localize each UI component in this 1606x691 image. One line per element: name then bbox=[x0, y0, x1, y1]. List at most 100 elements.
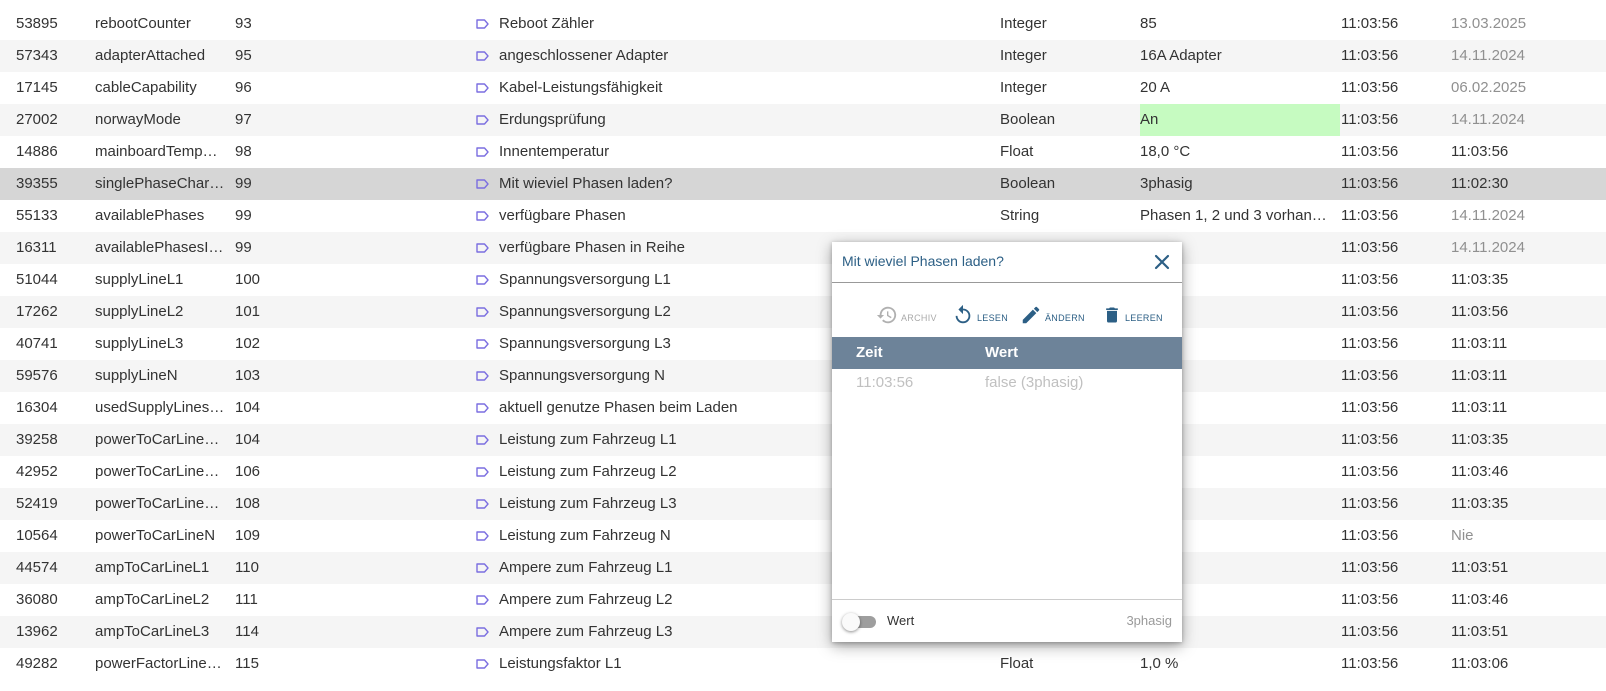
tag-icon bbox=[476, 488, 490, 520]
state-key: ampToCarLineL2 bbox=[95, 591, 210, 608]
state-id: 17262 bbox=[16, 303, 58, 320]
table-row[interactable]: 39258 powerToCarLine… 104 Leistung zum Fahr… bbox=[0, 424, 1606, 456]
state-key: availablePhases bbox=[95, 207, 205, 224]
state-id: 16304 bbox=[16, 399, 58, 416]
table-row[interactable]: 17262 supplyLineL2 101 Spannungsversorgung … bbox=[0, 296, 1606, 328]
table-row[interactable]: 16311 availablePhasesI… 99 verfügbare Phase… bbox=[0, 232, 1606, 264]
state-last-change: 11:03:51 bbox=[1451, 559, 1509, 576]
state-id: 49282 bbox=[16, 655, 58, 672]
state-id: 53895 bbox=[16, 15, 58, 32]
table-row[interactable]: 17145 cableCapability 96 Kabel-Leistungsfäh… bbox=[0, 72, 1606, 104]
column-header-wert: Wert bbox=[985, 344, 1019, 361]
state-value[interactable]: Phasen 1, 2 und 3 vorhan… bbox=[1140, 200, 1340, 232]
state-id: 10564 bbox=[16, 527, 58, 544]
state-name: Reboot Zähler bbox=[499, 15, 595, 32]
table-row[interactable]: 49282 powerFactorLine… 115 Leistungsfaktor … bbox=[0, 648, 1606, 680]
state-id: 39258 bbox=[16, 431, 58, 448]
tag-icon bbox=[476, 424, 490, 456]
table-row[interactable]: 16304 usedSupplyLines… 104 aktuell genutze … bbox=[0, 392, 1606, 424]
trash-icon bbox=[1106, 307, 1118, 323]
state-last-change: 13.03.2025 bbox=[1451, 15, 1527, 32]
table-row[interactable]: 51044 supplyLineL1 100 Spannungsversorgung … bbox=[0, 264, 1606, 296]
dialog-title: Mit wieviel Phasen laden? bbox=[842, 253, 1004, 269]
state-key: adapterAttached bbox=[95, 47, 206, 64]
tag-icon bbox=[476, 648, 490, 680]
table-row[interactable]: 13962 ampToCarLineL3 114 Ampere zum Fahrzeu… bbox=[0, 616, 1606, 648]
state-key: powerToCarLine… bbox=[95, 495, 220, 512]
state-number: 95 bbox=[235, 47, 252, 64]
state-value[interactable]: 18,0 °C bbox=[1140, 136, 1340, 168]
state-number: 108 bbox=[235, 495, 261, 512]
state-type: Integer bbox=[1000, 15, 1047, 32]
value-toggle[interactable] bbox=[842, 613, 878, 631]
table-row[interactable]: 57343 adapterAttached 95 angeschlossener Ad… bbox=[0, 40, 1606, 72]
state-name: Erdungsprüfung bbox=[499, 111, 606, 128]
state-key: powerToCarLineN bbox=[95, 527, 216, 544]
state-id: 55133 bbox=[16, 207, 58, 224]
state-number: 114 bbox=[235, 623, 259, 640]
state-id: 36080 bbox=[16, 591, 58, 608]
table-row[interactable]: 52419 powerToCarLine… 108 Leistung zum Fahr… bbox=[0, 488, 1606, 520]
archive-button[interactable]: ARCHIV bbox=[876, 294, 937, 326]
state-number: 96 bbox=[235, 79, 252, 96]
table-row[interactable]: 39355 singlePhaseChar… 99 Mit wieviel Phase… bbox=[0, 168, 1606, 200]
state-key: availablePhasesI… bbox=[95, 239, 224, 256]
clear-button[interactable]: LEEREN bbox=[1102, 294, 1163, 326]
state-number: 109 bbox=[235, 527, 261, 544]
table-row[interactable]: 42952 powerToCarLine… 106 Leistung zum Fahr… bbox=[0, 456, 1606, 488]
tag-icon bbox=[476, 232, 490, 264]
state-value[interactable]: 16A Adapter bbox=[1140, 40, 1340, 72]
dialog-toolbar: ARCHIV LESEN ÄNDERN LEEREN bbox=[832, 294, 1182, 330]
state-value[interactable]: An bbox=[1140, 104, 1340, 136]
tag-icon bbox=[476, 40, 490, 72]
state-value[interactable]: 3phasig bbox=[1140, 168, 1340, 200]
refresh-icon bbox=[955, 304, 971, 324]
state-value[interactable]: 20 A bbox=[1140, 72, 1340, 104]
state-id: 52419 bbox=[16, 495, 58, 512]
table-row[interactable]: 53895 rebootCounter 93 Reboot Zähler Integer… bbox=[0, 8, 1606, 40]
table-row[interactable]: 14886 mainboardTemp… 98 Innentemperatur Floa… bbox=[0, 136, 1606, 168]
state-name: Mit wieviel Phasen laden? bbox=[499, 175, 673, 192]
table-row[interactable]: 40741 supplyLineL3 102 Spannungsversorgung … bbox=[0, 328, 1606, 360]
read-button[interactable]: LESEN bbox=[952, 294, 1008, 326]
state-last-change: 11:03:51 bbox=[1451, 623, 1509, 640]
tag-icon bbox=[476, 264, 490, 296]
state-timestamp: 11:03:56 bbox=[1341, 335, 1399, 352]
table-row[interactable]: 44574 ampToCarLineL1 110 Ampere zum Fahrzeu… bbox=[0, 552, 1606, 584]
close-icon[interactable] bbox=[1152, 252, 1172, 272]
state-last-change: 11:03:35 bbox=[1451, 271, 1509, 288]
history-time: 11:03:56 bbox=[856, 374, 914, 391]
state-timestamp: 11:03:56 bbox=[1341, 623, 1399, 640]
state-last-change: 11:03:11 bbox=[1451, 335, 1508, 352]
toggle-label: Wert bbox=[887, 613, 915, 628]
state-type: Integer bbox=[1000, 47, 1047, 64]
state-key: usedSupplyLines… bbox=[95, 399, 225, 416]
table-row[interactable]: 10564 powerToCarLineN 109 Leistung zum Fahr… bbox=[0, 520, 1606, 552]
state-last-change: 11:03:56 bbox=[1451, 303, 1509, 320]
edit-button[interactable]: ÄNDERN bbox=[1020, 294, 1085, 326]
state-timestamp: 11:03:56 bbox=[1341, 143, 1399, 160]
tag-icon bbox=[476, 520, 490, 552]
state-timestamp: 11:03:56 bbox=[1341, 463, 1399, 480]
clear-label: LEEREN bbox=[1125, 313, 1163, 323]
state-name: angeschlossener Adapter bbox=[499, 47, 669, 64]
table-row[interactable]: 55133 availablePhases 99 verfügbare Phasen S… bbox=[0, 200, 1606, 232]
state-timestamp: 11:03:56 bbox=[1341, 399, 1399, 416]
state-number: 101 bbox=[235, 303, 261, 320]
state-last-change: 11:02:30 bbox=[1451, 175, 1509, 192]
table-row[interactable]: 36080 ampToCarLineL2 111 Ampere zum Fahrzeu… bbox=[0, 584, 1606, 616]
state-key: powerFactorLine… bbox=[95, 655, 222, 672]
tag-icon bbox=[476, 8, 490, 40]
state-id: 59576 bbox=[16, 367, 58, 384]
dialog-footer: Wert 3phasig bbox=[832, 599, 1182, 643]
state-value[interactable]: 85 bbox=[1140, 8, 1340, 40]
table-row[interactable]: 59576 supplyLineN 103 Spannungsversorgung N… bbox=[0, 360, 1606, 392]
state-value[interactable]: 1,0 % bbox=[1140, 648, 1340, 680]
table-row[interactable]: 27002 norwayMode 97 Erdungsprüfung Boolean An… bbox=[0, 104, 1606, 136]
state-timestamp: 11:03:56 bbox=[1341, 79, 1399, 96]
tag-icon bbox=[476, 72, 490, 104]
tag-icon bbox=[476, 360, 490, 392]
archive-label: ARCHIV bbox=[901, 313, 937, 323]
state-name: verfügbare Phasen bbox=[499, 207, 626, 224]
tag-icon bbox=[476, 136, 490, 168]
